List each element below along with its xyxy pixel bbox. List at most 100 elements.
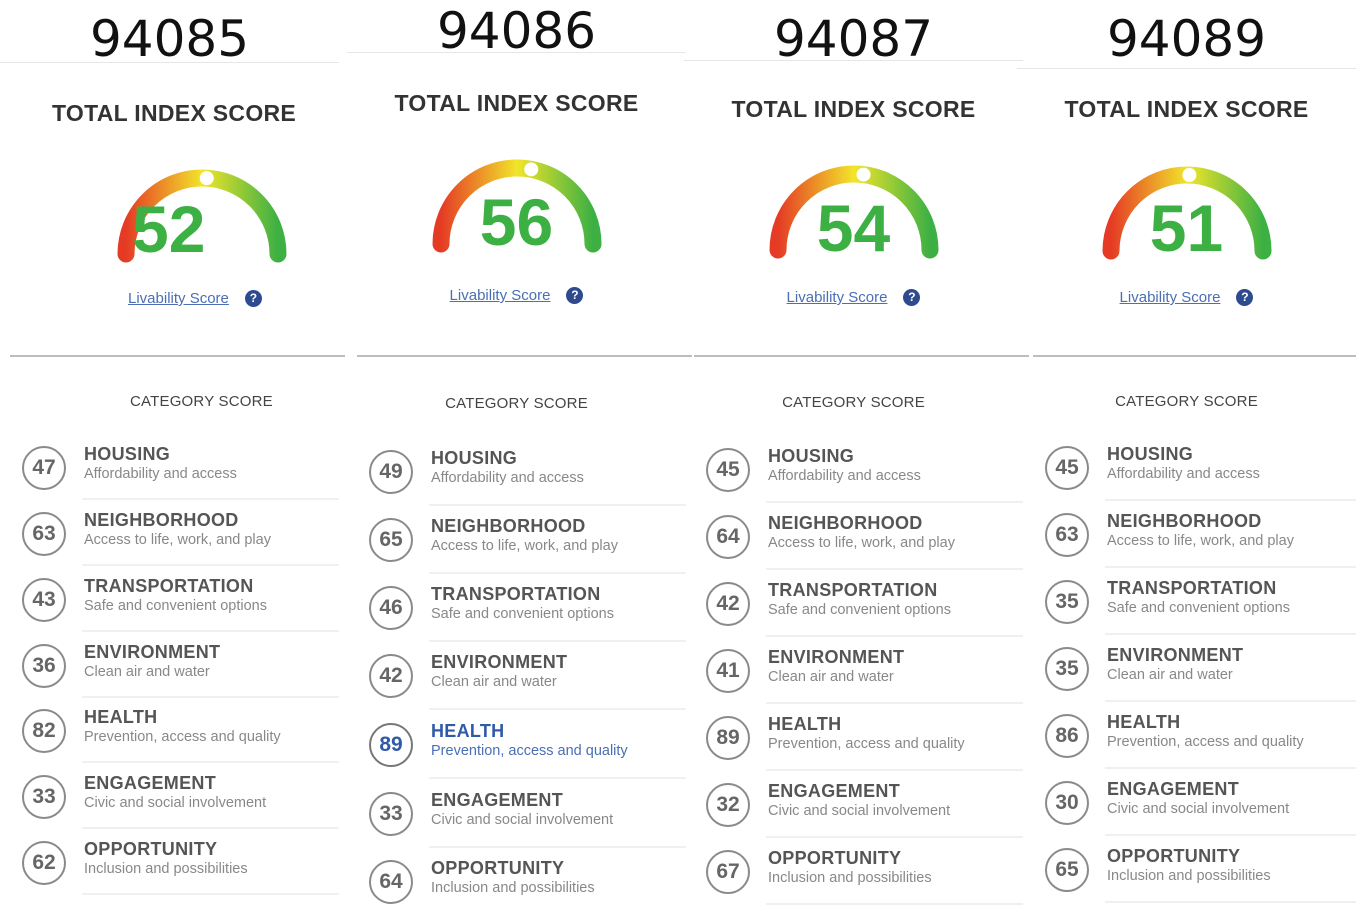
livability-score-link[interactable]: Livability Score xyxy=(450,287,551,304)
category-description: Prevention, access and quality xyxy=(1107,734,1304,750)
category-description: Access to life, work, and play xyxy=(84,532,271,548)
category-row-neighborhood[interactable]: 63 NEIGHBORHOOD Access to life, work, an… xyxy=(1033,501,1356,568)
category-score-title: CATEGORY SCORE xyxy=(130,393,273,410)
score-circle: 42 xyxy=(706,582,750,626)
category-description: Civic and social involvement xyxy=(84,795,267,811)
category-row-opportunity[interactable]: 65 OPPORTUNITY Inclusion and possibiliti… xyxy=(1033,836,1356,903)
gauge-marker xyxy=(199,171,214,186)
zip-divider xyxy=(684,60,1023,61)
section-divider xyxy=(694,355,1029,357)
score-circle: 64 xyxy=(706,515,750,559)
row-separator xyxy=(1105,901,1356,903)
category-row-engagement[interactable]: 33 ENGAGEMENT Civic and social involveme… xyxy=(10,763,339,829)
score-circle: 33 xyxy=(369,792,413,836)
category-row-transportation[interactable]: 43 TRANSPORTATION Safe and convenient op… xyxy=(10,566,339,632)
category-description: Clean air and water xyxy=(84,664,210,680)
category-row-health[interactable]: 82 HEALTH Prevention, access and quality xyxy=(10,697,339,763)
zip-divider xyxy=(347,52,686,53)
score-circle: 64 xyxy=(369,860,413,904)
category-row-housing[interactable]: 45 HOUSING Affordability and access xyxy=(1033,434,1356,501)
category-score-title: CATEGORY SCORE xyxy=(1115,393,1258,410)
help-icon[interactable]: ? xyxy=(566,287,584,304)
category-name: OPPORTUNITY xyxy=(431,858,565,878)
category-row-housing[interactable]: 49 HOUSING Affordability and access xyxy=(357,438,686,506)
category-description: Access to life, work, and play xyxy=(431,538,618,554)
zip-divider xyxy=(1017,68,1356,69)
category-row-neighborhood[interactable]: 64 NEIGHBORHOOD Access to life, work, an… xyxy=(694,503,1023,570)
category-row-opportunity[interactable]: 62 OPPORTUNITY Inclusion and possibiliti… xyxy=(10,829,339,895)
category-row-housing[interactable]: 45 HOUSING Affordability and access xyxy=(694,436,1023,503)
category-name: ENVIRONMENT xyxy=(431,652,568,672)
row-separator xyxy=(429,708,686,710)
gauge-marker xyxy=(1181,168,1196,183)
category-row-environment[interactable]: 42 ENVIRONMENT Clean air and water xyxy=(357,642,686,710)
category-name: NEIGHBORHOOD xyxy=(1107,511,1262,531)
score-circle: 63 xyxy=(1045,513,1089,557)
category-name: HOUSING xyxy=(768,446,855,466)
category-description: Civic and social involvement xyxy=(431,812,614,828)
category-description: Inclusion and possibilities xyxy=(768,870,932,886)
category-description: Clean air and water xyxy=(768,669,894,685)
zip-code-heading: 94085 xyxy=(89,10,250,68)
category-description: Affordability and access xyxy=(768,468,921,484)
score-circle: 45 xyxy=(706,448,750,492)
help-icon[interactable]: ? xyxy=(244,290,262,307)
total-score-value: 51 xyxy=(1149,191,1224,265)
row-separator xyxy=(766,903,1023,905)
category-name: HOUSING xyxy=(1107,444,1194,464)
zip-panel-94089: 94089 TOTAL INDEX SCORE 51 Livability Sc… xyxy=(1017,0,1356,907)
category-row-opportunity[interactable]: 64 OPPORTUNITY Inclusion and possibiliti… xyxy=(357,848,686,907)
category-description: Access to life, work, and play xyxy=(1107,533,1294,549)
category-row-health[interactable]: 86 HEALTH Prevention, access and quality xyxy=(1033,702,1356,769)
score-circle: 89 xyxy=(369,723,413,767)
category-description: Safe and convenient options xyxy=(431,606,614,622)
category-description: Affordability and access xyxy=(84,466,237,482)
category-name: HEALTH xyxy=(84,707,158,727)
category-row-engagement[interactable]: 30 ENGAGEMENT Civic and social involveme… xyxy=(1033,769,1356,836)
category-row-health[interactable]: 89 HEALTH Prevention, access and quality xyxy=(694,704,1023,771)
category-name: OPPORTUNITY xyxy=(84,839,218,859)
help-icon[interactable]: ? xyxy=(903,289,921,306)
score-circle: 32 xyxy=(706,783,750,827)
category-description: Safe and convenient options xyxy=(768,602,951,618)
score-circle: 49 xyxy=(369,450,413,494)
category-row-neighborhood[interactable]: 63 NEIGHBORHOOD Access to life, work, an… xyxy=(10,500,339,566)
category-row-housing[interactable]: 47 HOUSING Affordability and access xyxy=(10,434,339,500)
zip-panel-94086: 94086 TOTAL INDEX SCORE 56 Livability Sc… xyxy=(347,0,692,907)
category-row-transportation[interactable]: 35 TRANSPORTATION Safe and convenient op… xyxy=(1033,568,1356,635)
category-description: Prevention, access and quality xyxy=(431,743,628,759)
category-description: Inclusion and possibilities xyxy=(431,880,595,896)
category-description: Inclusion and possibilities xyxy=(84,861,248,877)
help-icon[interactable]: ? xyxy=(1236,289,1254,306)
category-row-engagement[interactable]: 32 ENGAGEMENT Civic and social involveme… xyxy=(694,771,1023,838)
category-row-health[interactable]: 89 HEALTH Prevention, access and quality xyxy=(357,711,686,779)
category-description: Civic and social involvement xyxy=(768,803,951,819)
category-name: HEALTH xyxy=(431,721,505,741)
category-row-transportation[interactable]: 42 TRANSPORTATION Safe and convenient op… xyxy=(694,570,1023,637)
score-circle: 65 xyxy=(369,518,413,562)
total-index-score-title: TOTAL INDEX SCORE xyxy=(52,100,297,126)
livability-score-link[interactable]: Livability Score xyxy=(128,290,229,307)
category-name: TRANSPORTATION xyxy=(84,576,254,596)
category-row-neighborhood[interactable]: 65 NEIGHBORHOOD Access to life, work, an… xyxy=(357,506,686,574)
category-name: OPPORTUNITY xyxy=(1107,846,1241,866)
category-name: NEIGHBORHOOD xyxy=(84,510,239,530)
row-separator xyxy=(82,893,339,895)
category-row-opportunity[interactable]: 67 OPPORTUNITY Inclusion and possibiliti… xyxy=(694,838,1023,905)
category-name: ENVIRONMENT xyxy=(84,642,221,662)
category-description: Civic and social involvement xyxy=(1107,801,1290,817)
category-name: ENGAGEMENT xyxy=(431,790,564,810)
category-description: Affordability and access xyxy=(431,470,584,486)
category-row-environment[interactable]: 35 ENVIRONMENT Clean air and water xyxy=(1033,635,1356,702)
livability-score-link[interactable]: Livability Score xyxy=(1120,289,1221,306)
category-name: ENGAGEMENT xyxy=(768,781,901,801)
zip-divider xyxy=(0,62,339,63)
category-description: Clean air and water xyxy=(431,674,557,690)
category-row-environment[interactable]: 36 ENVIRONMENT Clean air and water xyxy=(10,632,339,698)
category-row-transportation[interactable]: 46 TRANSPORTATION Safe and convenient op… xyxy=(357,574,686,642)
score-circle: 42 xyxy=(369,654,413,698)
category-description: Inclusion and possibilities xyxy=(1107,868,1271,884)
livability-score-link[interactable]: Livability Score xyxy=(787,289,888,306)
category-row-environment[interactable]: 41 ENVIRONMENT Clean air and water xyxy=(694,637,1023,704)
category-row-engagement[interactable]: 33 ENGAGEMENT Civic and social involveme… xyxy=(357,780,686,848)
